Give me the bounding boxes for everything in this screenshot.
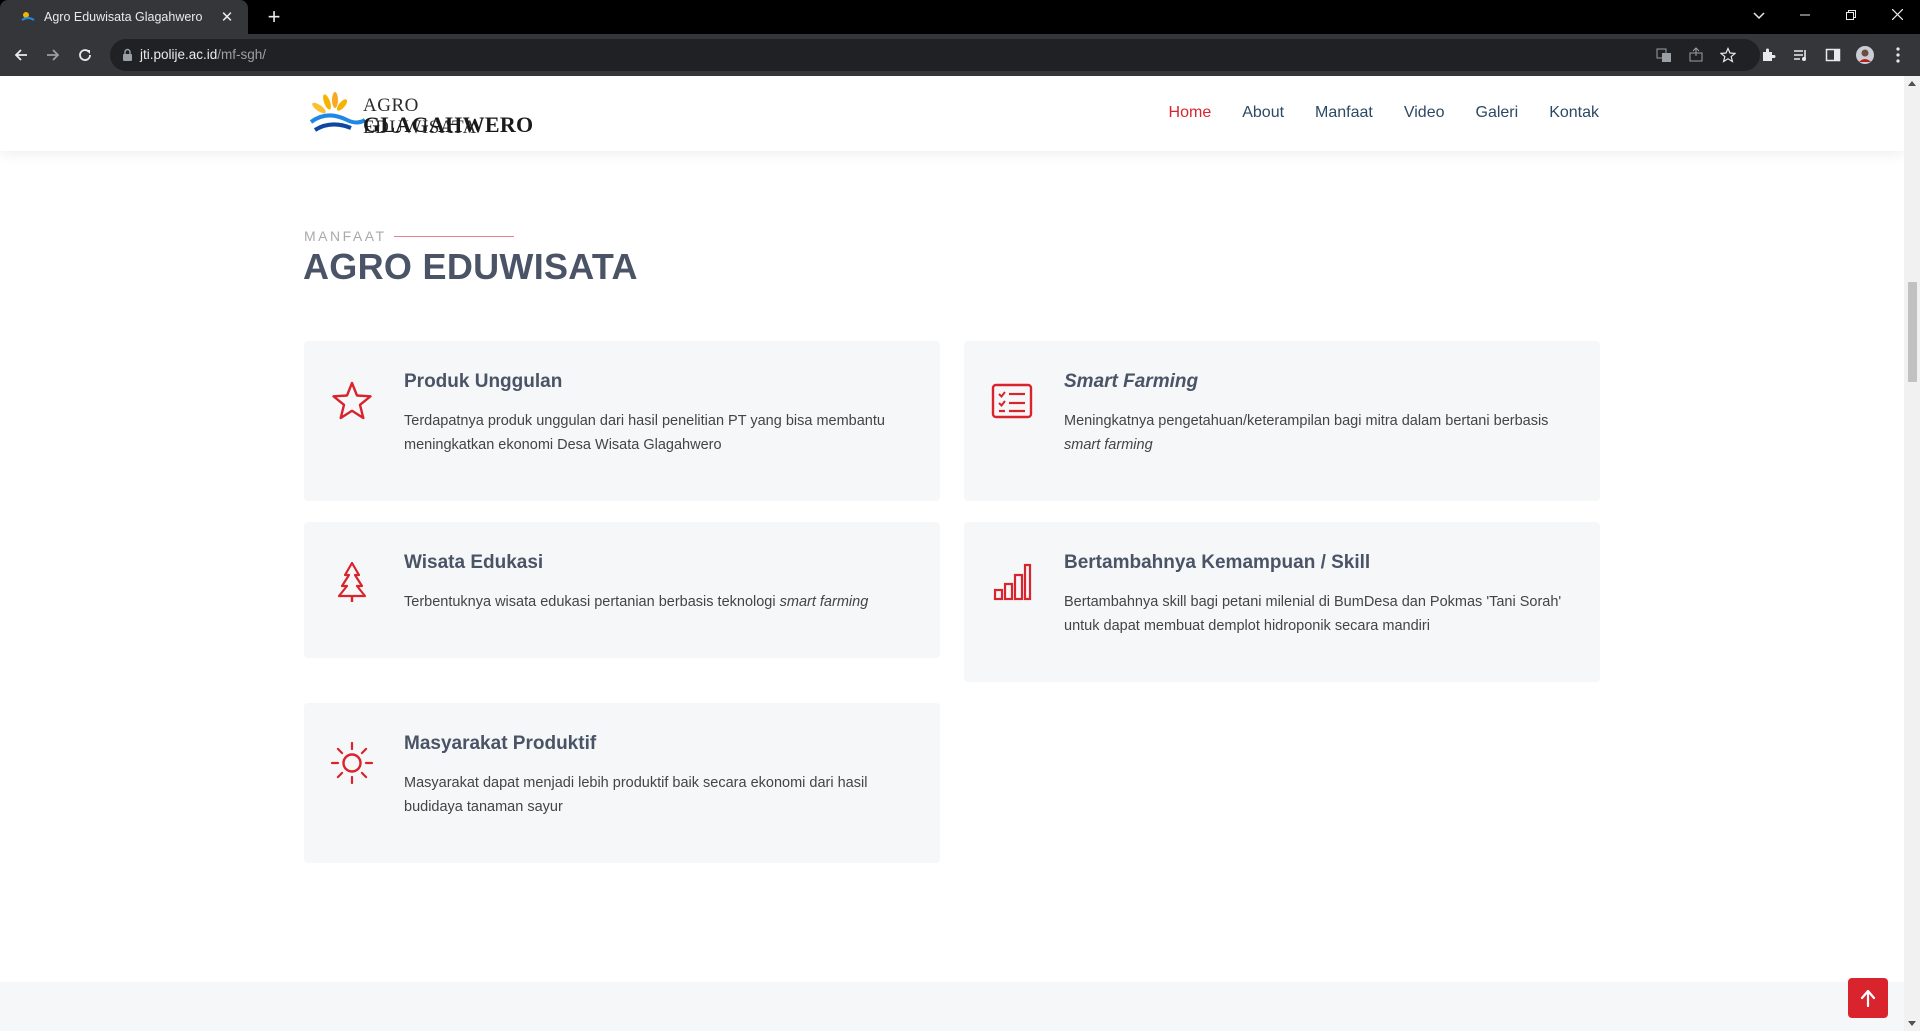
- sun-icon: [330, 741, 374, 785]
- site-logo[interactable]: AGRO EDUWISATA GLAGAHWERO: [307, 90, 533, 138]
- section-title: AGRO EDUWISATA: [303, 246, 638, 287]
- card-title: Produk Unggulan: [404, 371, 563, 392]
- new-tab-button[interactable]: +: [260, 4, 288, 30]
- logo-emblem-icon: [309, 92, 367, 132]
- card-masyarakat-produktif: Masyarakat Produktif Masyarakat dapat me…: [304, 703, 940, 863]
- next-section-band: [0, 982, 1904, 1031]
- nav-home[interactable]: Home: [1169, 104, 1212, 122]
- forward-icon[interactable]: [40, 42, 66, 68]
- card-title: Masyarakat Produktif: [404, 733, 597, 754]
- nav-kontak[interactable]: Kontak: [1549, 104, 1599, 122]
- checklist-icon: [991, 383, 1033, 419]
- logo-text-bottom: GLAGAHWERO: [363, 112, 534, 137]
- scroll-down-icon[interactable]: [1908, 1021, 1916, 1026]
- browser-menu-icon[interactable]: [1888, 45, 1908, 65]
- card-wisata-edukasi: Wisata Edukasi Terbentuknya wisata eduka…: [304, 522, 940, 658]
- browser-tab[interactable]: Agro Eduwisata Glagahwero ✕: [0, 0, 248, 34]
- card-title: Smart Farming: [1064, 371, 1199, 392]
- close-window-icon[interactable]: [1874, 0, 1920, 30]
- profile-avatar[interactable]: [1855, 45, 1875, 65]
- tab-close-icon[interactable]: ✕: [218, 8, 236, 26]
- back-to-top-button[interactable]: [1848, 978, 1888, 1018]
- card-title: Wisata Edukasi: [404, 552, 544, 573]
- url-text: jti.polije.ac.id/mf-sgh/: [140, 47, 267, 62]
- tree-icon: [337, 561, 367, 602]
- section-label-line: [394, 236, 514, 237]
- card-description: Bertambahnya skill bagi petani milenial …: [1064, 594, 1562, 634]
- browser-tab-bar: Agro Eduwisata Glagahwero ✕ +: [0, 0, 1920, 34]
- favicon-icon: [21, 12, 35, 21]
- arrow-up-icon: [1860, 989, 1876, 1007]
- scroll-up-icon[interactable]: [1908, 81, 1916, 86]
- extensions-icon[interactable]: [1758, 45, 1778, 65]
- media-control-icon[interactable]: [1791, 45, 1811, 65]
- lock-icon: [123, 48, 132, 61]
- reload-icon[interactable]: [72, 42, 98, 68]
- main-nav: Home About Manfaat Video Galeri Kontak: [1169, 104, 1599, 122]
- site-header: AGRO EDUWISATA GLAGAHWERO Home About Man…: [0, 76, 1904, 151]
- card-title: Bertambahnya Kemampuan / Skill: [1064, 552, 1371, 573]
- card-bertambahnya-kemampuan: Bertambahnya Kemampuan / Skill Bertambah…: [964, 522, 1600, 682]
- nav-galeri[interactable]: Galeri: [1476, 104, 1519, 122]
- bookmark-star-icon[interactable]: [1719, 46, 1737, 64]
- nav-about[interactable]: About: [1242, 104, 1284, 122]
- section-label: MANFAAT: [304, 228, 387, 244]
- back-icon[interactable]: [8, 42, 34, 68]
- share-icon[interactable]: [1687, 46, 1705, 64]
- address-bar[interactable]: jti.polije.ac.id/mf-sgh/: [110, 39, 1760, 71]
- tab-search-icon[interactable]: [1736, 0, 1782, 30]
- card-smart-farming: Smart Farming Meningkatnya pengetahuan/k…: [964, 341, 1600, 501]
- tab-title: Agro Eduwisata Glagahwero: [44, 10, 203, 24]
- browser-toolbar: jti.polije.ac.id/mf-sgh/: [0, 34, 1920, 76]
- nav-manfaat[interactable]: Manfaat: [1315, 104, 1373, 122]
- card-description: Terbentuknya wisata edukasi pertanian be…: [404, 594, 869, 610]
- card-description: Masyarakat dapat menjadi lebih produktif…: [404, 775, 868, 815]
- minimize-icon[interactable]: [1782, 0, 1828, 30]
- card-produk-unggulan: Produk Unggulan Terdapatnya produk unggu…: [304, 341, 940, 501]
- bar-chart-icon: [993, 563, 1032, 601]
- restore-icon[interactable]: [1828, 0, 1874, 30]
- star-icon: [332, 381, 372, 420]
- page-scrollbar[interactable]: [1904, 76, 1920, 1031]
- translate-icon[interactable]: [1655, 46, 1673, 64]
- nav-video[interactable]: Video: [1404, 104, 1445, 122]
- card-description: Meningkatnya pengetahuan/keterampilan ba…: [1064, 413, 1549, 453]
- page-viewport: AGRO EDUWISATA GLAGAHWERO Home About Man…: [0, 76, 1904, 1031]
- side-panel-icon[interactable]: [1823, 45, 1843, 65]
- scroll-thumb[interactable]: [1908, 282, 1917, 382]
- card-description: Terdapatnya produk unggulan dari hasil p…: [404, 413, 885, 453]
